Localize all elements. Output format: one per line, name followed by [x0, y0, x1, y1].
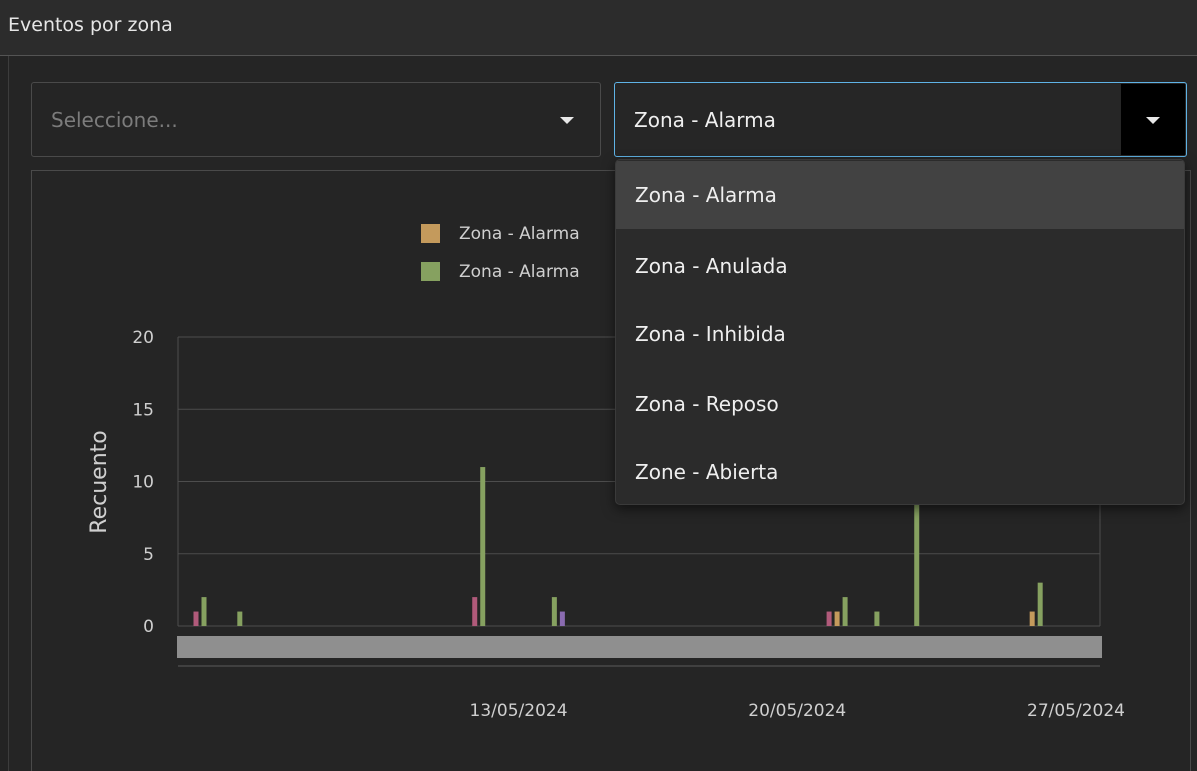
legend-swatch [421, 224, 440, 243]
chart-bar [834, 611, 840, 626]
dropdown-option-zona-inhibida[interactable]: Zona - Inhibida [616, 300, 1184, 368]
chart-bar [480, 467, 486, 626]
chart-bar [842, 597, 848, 626]
chart-bar [201, 597, 207, 626]
chart-bar [1037, 582, 1043, 626]
dropdown-option-zona-anulada[interactable]: Zona - Anulada [616, 232, 1184, 300]
dropdown-option-zone-abierta[interactable]: Zone - Abierta [616, 438, 1184, 504]
chart-bar [472, 597, 478, 626]
dropdown-option-zona-reposo[interactable]: Zona - Reposo [616, 370, 1184, 438]
y-tick-label: 0 [143, 617, 154, 637]
x-tick-label: 27/05/2024 [1027, 701, 1125, 721]
chart-bar [826, 611, 832, 626]
y-tick-label: 15 [132, 400, 154, 420]
chart-bar [914, 495, 920, 626]
x-tick-label: 13/05/2024 [470, 701, 568, 721]
chart-bar [559, 611, 565, 626]
y-tick-label: 5 [143, 545, 154, 565]
legend-label: Zona - Alarma [459, 262, 580, 282]
range-scrollbar[interactable] [177, 636, 1102, 658]
legend-label: Zona - Alarma [459, 224, 580, 244]
chart-bar [1029, 611, 1035, 626]
y-axis-title: Recuento [87, 430, 112, 533]
x-tick-label: 20/05/2024 [748, 701, 846, 721]
y-tick-label: 10 [132, 473, 154, 493]
chart-bar [193, 611, 199, 626]
dropdown-option-zona-alarma[interactable]: Zona - Alarma [616, 161, 1184, 229]
event-type-dropdown-menu: Zona - Alarma Zona - Anulada Zona - Inhi… [615, 159, 1185, 505]
y-tick-label: 20 [132, 328, 154, 348]
chart-bar [551, 597, 557, 626]
chart-bar [237, 611, 243, 626]
chart-bar [874, 611, 880, 626]
legend-swatch [421, 262, 440, 281]
